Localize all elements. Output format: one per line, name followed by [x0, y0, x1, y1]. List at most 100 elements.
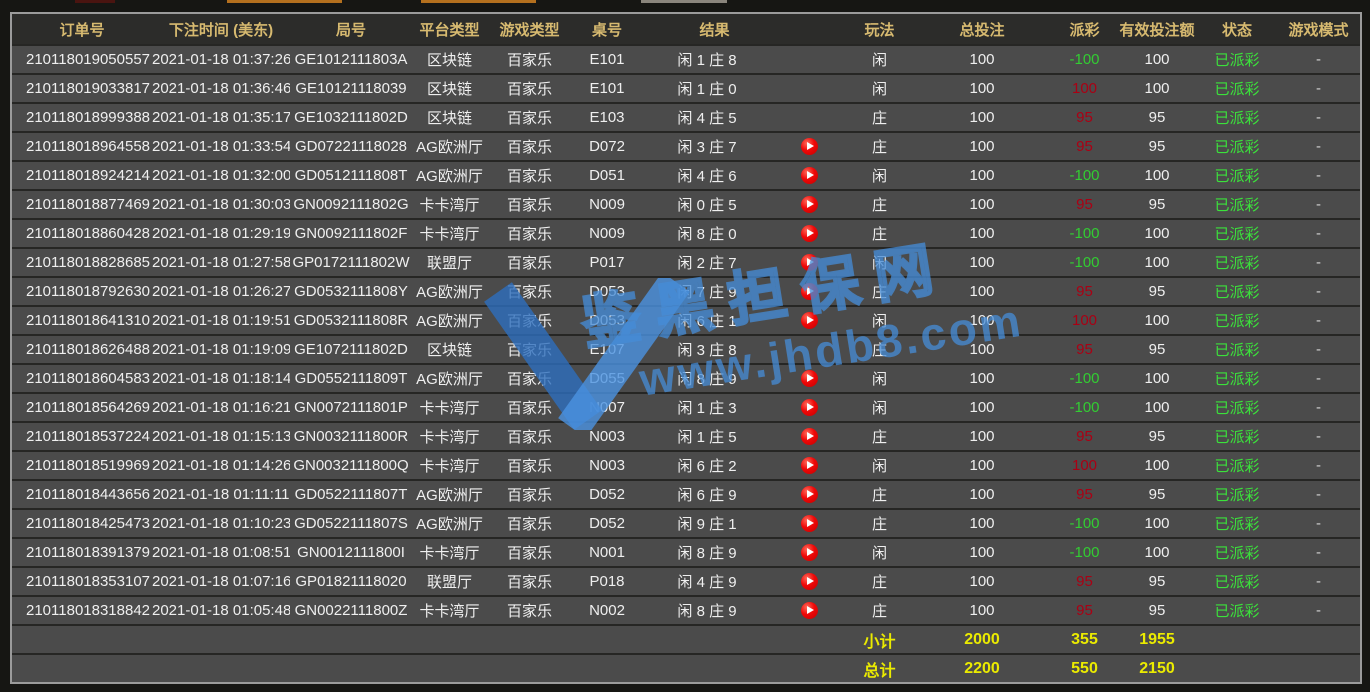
cell-table-number: E107: [572, 335, 642, 364]
cell-order-number: 210118018537224: [12, 422, 152, 451]
cell-platform-type: 卡卡湾厅: [412, 393, 487, 422]
cell-game-type: 百家乐: [487, 74, 572, 103]
cell-valid-bet: 95: [1117, 596, 1197, 625]
play-triangle-icon: [807, 374, 814, 382]
cell-valid-bet: 95: [1117, 480, 1197, 509]
video-play-icon[interactable]: [801, 573, 818, 590]
video-play-icon[interactable]: [801, 544, 818, 561]
cell-round-id: GN0022111800Z: [290, 596, 412, 625]
col-header-platform: 平台类型: [412, 14, 487, 45]
table-row: 2101180183188422021-01-18 01:05:48GN0022…: [12, 596, 1360, 625]
cell-result: 闲 8 庄 9: [642, 538, 772, 567]
cell-table-number: N003: [572, 422, 642, 451]
table-row: 2101180186413102021-01-18 01:19:51GD0532…: [12, 306, 1360, 335]
video-play-icon[interactable]: [801, 457, 818, 474]
cell-game-type: 百家乐: [487, 567, 572, 596]
cell-video: [772, 567, 847, 596]
video-play-icon[interactable]: [801, 370, 818, 387]
cell-play-type: 闲: [847, 74, 912, 103]
video-play-icon[interactable]: [801, 602, 818, 619]
video-play-icon[interactable]: [801, 399, 818, 416]
play-triangle-icon: [807, 403, 814, 411]
cell-video: [772, 509, 847, 538]
cell-platform-type: AG欧洲厅: [412, 161, 487, 190]
play-triangle-icon: [807, 432, 814, 440]
cell-bet-time: 2021-01-18 01:30:03: [152, 190, 290, 219]
cell-game-type: 百家乐: [487, 596, 572, 625]
col-header-bet-time: 下注时间 (美东): [152, 14, 290, 45]
cell-result: 闲 6 庄 2: [642, 451, 772, 480]
table-row: 2101180188604282021-01-18 01:29:19GN0092…: [12, 219, 1360, 248]
cell-order-number: 210118018828685: [12, 248, 152, 277]
cell-table-number: N002: [572, 596, 642, 625]
cell-result: 闲 4 庄 5: [642, 103, 772, 132]
cell-order-number: 210118018318842: [12, 596, 152, 625]
video-play-icon[interactable]: [801, 486, 818, 503]
cell-bet-time: 2021-01-18 01:33:54: [152, 132, 290, 161]
cell-game-mode: -: [1277, 509, 1360, 538]
cell-game-mode: -: [1277, 538, 1360, 567]
cell-total-bet: 100: [912, 480, 1052, 509]
cell-status: 已派彩: [1197, 45, 1277, 74]
cell-round-id: GN0032111800Q: [290, 451, 412, 480]
cell-payout: -100: [1052, 219, 1117, 248]
col-header-valid-bet: 有效投注额: [1117, 14, 1197, 45]
cell-platform-type: 区块链: [412, 103, 487, 132]
cell-game-mode: -: [1277, 45, 1360, 74]
cell-valid-bet: 100: [1117, 161, 1197, 190]
cell-status: 已派彩: [1197, 219, 1277, 248]
cutoff-button-orange-2: [421, 0, 536, 3]
cell-payout: -100: [1052, 248, 1117, 277]
video-play-icon[interactable]: [801, 254, 818, 271]
cell-round-id: GP01821118020: [290, 567, 412, 596]
cell-game-mode: -: [1277, 74, 1360, 103]
play-triangle-icon: [807, 171, 814, 179]
cell-round-id: GD0522111807S: [290, 509, 412, 538]
cell-order-number: 210118018641310: [12, 306, 152, 335]
video-play-icon[interactable]: [801, 428, 818, 445]
video-play-icon[interactable]: [801, 515, 818, 532]
cell-round-id: GN0032111800R: [290, 422, 412, 451]
subtotal-spacer-right: [1197, 625, 1360, 654]
table-header-row: 订单号 下注时间 (美东) 局号 平台类型 游戏类型 桌号 结果 玩法 总投注 …: [12, 14, 1360, 45]
cell-round-id: GE1032111802D: [290, 103, 412, 132]
cell-valid-bet: 95: [1117, 335, 1197, 364]
cell-payout: -100: [1052, 538, 1117, 567]
video-play-icon[interactable]: [801, 225, 818, 242]
col-header-payout: 派彩: [1052, 14, 1117, 45]
cell-order-number: 210118018860428: [12, 219, 152, 248]
cell-status: 已派彩: [1197, 74, 1277, 103]
cell-bet-time: 2021-01-18 01:08:51: [152, 538, 290, 567]
cell-play-type: 庄: [847, 132, 912, 161]
cell-order-number: 210118018353107: [12, 567, 152, 596]
cell-video: [772, 74, 847, 103]
cell-valid-bet: 100: [1117, 219, 1197, 248]
cell-table-number: D053: [572, 306, 642, 335]
cell-status: 已派彩: [1197, 567, 1277, 596]
cell-game-type: 百家乐: [487, 393, 572, 422]
cell-platform-type: 区块链: [412, 45, 487, 74]
cell-bet-time: 2021-01-18 01:29:19: [152, 219, 290, 248]
cell-payout: -100: [1052, 509, 1117, 538]
cell-round-id: GD0522111807T: [290, 480, 412, 509]
cell-result: 闲 1 庄 0: [642, 74, 772, 103]
video-play-icon[interactable]: [801, 312, 818, 329]
cell-bet-time: 2021-01-18 01:35:17: [152, 103, 290, 132]
cell-video: [772, 190, 847, 219]
cell-order-number: 210118018519969: [12, 451, 152, 480]
cell-result: 闲 8 庄 9: [642, 596, 772, 625]
cell-round-id: GN0072111801P: [290, 393, 412, 422]
video-play-icon[interactable]: [801, 167, 818, 184]
cell-order-number: 210118018792630: [12, 277, 152, 306]
video-play-icon[interactable]: [801, 138, 818, 155]
cell-valid-bet: 100: [1117, 306, 1197, 335]
video-play-icon[interactable]: [801, 283, 818, 300]
cell-video: [772, 45, 847, 74]
cell-game-mode: -: [1277, 364, 1360, 393]
play-triangle-icon: [807, 490, 814, 498]
cutoff-button-orange-1: [227, 0, 342, 3]
table-row: 2101180190505572021-01-18 01:37:26GE1012…: [12, 45, 1360, 74]
cell-game-mode: -: [1277, 277, 1360, 306]
video-play-icon[interactable]: [801, 196, 818, 213]
cell-game-mode: -: [1277, 219, 1360, 248]
